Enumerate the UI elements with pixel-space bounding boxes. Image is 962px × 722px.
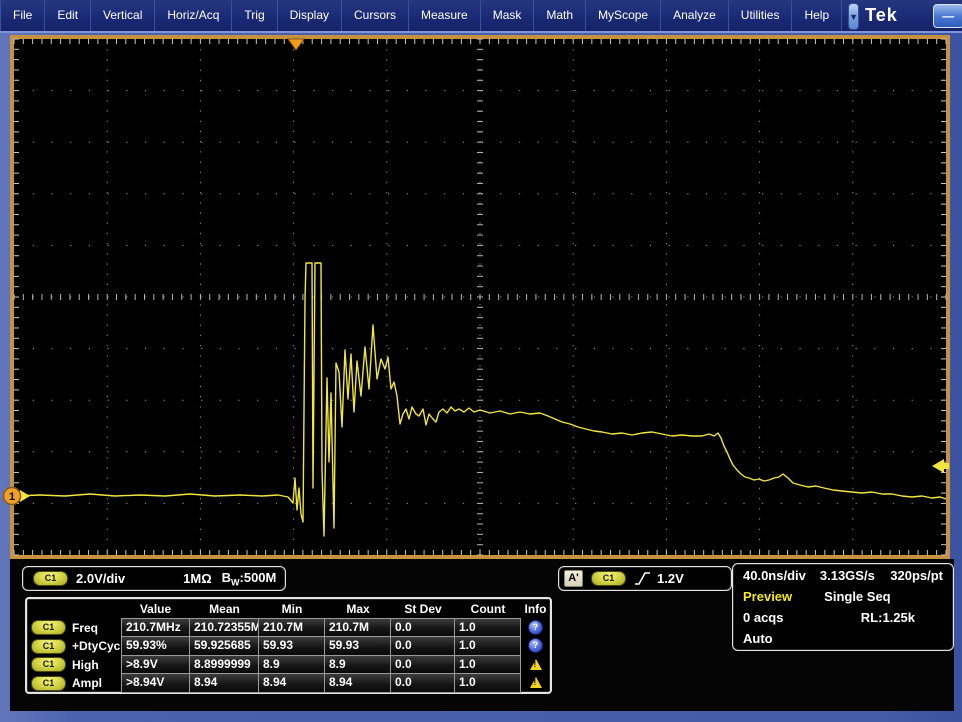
sample-rate: 3.13GS/s <box>820 568 875 583</box>
titlebar-right: Tek — X <box>865 0 962 31</box>
channel-readout-panel[interactable]: C1 2.0V/div 1MΩ BW:500M <box>22 566 286 591</box>
measurement-row-label: C1Ampl <box>29 674 121 693</box>
channel-badge: C1 <box>31 657 66 672</box>
menu-mask[interactable]: Mask <box>481 0 535 31</box>
table-cell: 8.9 <box>325 655 391 675</box>
timebase: 40.0ns/div <box>743 568 806 583</box>
menu-file[interactable]: File <box>0 0 45 31</box>
tek-logo: Tek <box>865 5 898 26</box>
record-length: RL:1.25k <box>861 610 915 625</box>
channel-badge: C1 <box>31 676 66 691</box>
col-header-count: Count <box>455 600 521 619</box>
menu-myscope[interactable]: MyScope <box>586 0 661 31</box>
table-cell: 59.93 <box>259 636 325 656</box>
table-cell: 1.0 <box>455 655 521 675</box>
menu-cursors[interactable]: Cursors <box>342 0 409 31</box>
table-cell: 8.94 <box>190 673 259 693</box>
menu-overflow-button[interactable]: ▼ <box>848 3 859 30</box>
menu-math[interactable]: Math <box>534 0 586 31</box>
menu-utilities[interactable]: Utilities <box>729 0 793 31</box>
menu-vertical[interactable]: Vertical <box>91 0 155 31</box>
vertical-scale: 2.0V/div <box>76 571 125 586</box>
horizontal-readout-panel[interactable]: 40.0ns/div 3.13GS/s 320ps/pt Preview Sin… <box>732 563 954 651</box>
menu-measure[interactable]: Measure <box>409 0 481 31</box>
col-header-stdev: St Dev <box>391 600 455 619</box>
table-cell: 8.8999999 <box>190 655 259 675</box>
measurement-table: Value Mean Min Max St Dev Count Info C1F… <box>25 597 552 694</box>
warning-icon[interactable]: ! <box>530 677 542 688</box>
col-header-mean: Mean <box>190 600 259 619</box>
trigger-source-badge: A' <box>564 570 583 587</box>
menu-analyze[interactable]: Analyze <box>661 0 729 31</box>
channel-badge: C1 <box>31 620 66 635</box>
header-spacer <box>29 600 121 619</box>
preview-status: Preview <box>743 589 792 604</box>
table-cell: 210.7M <box>259 618 325 638</box>
table-cell: 0.0 <box>391 673 455 693</box>
menu-bar: File Edit Vertical Horiz/Acq Trig Displa… <box>0 0 962 31</box>
oscilloscope-app-window: File Edit Vertical Horiz/Acq Trig Displa… <box>0 0 962 722</box>
table-cell: 59.925685 <box>190 636 259 656</box>
table-cell: 1.0 <box>455 618 521 638</box>
table-cell: 8.94 <box>325 673 391 693</box>
table-cell: >8.9V <box>121 655 190 675</box>
minimize-icon: — <box>942 9 954 23</box>
table-cell: 210.7M <box>325 618 391 638</box>
info-cell[interactable]: ? <box>521 618 550 638</box>
input-impedance: 1MΩ <box>183 571 211 586</box>
col-header-value: Value <box>121 600 190 619</box>
measurement-row-label: C1Freq <box>29 619 121 638</box>
trigger-level: 1.2V <box>657 571 684 586</box>
rising-edge-icon <box>634 571 651 586</box>
minimize-button[interactable]: — <box>933 4 962 28</box>
col-header-min: Min <box>259 600 325 619</box>
table-cell: 0.0 <box>391 618 455 638</box>
table-cell: 59.93% <box>121 636 190 656</box>
table-cell: 1.0 <box>455 673 521 693</box>
table-cell: 8.9 <box>259 655 325 675</box>
waveform-display[interactable] <box>10 35 950 559</box>
info-cell[interactable]: ! <box>521 673 550 693</box>
table-cell: 0.0 <box>391 636 455 656</box>
channel-badge: C1 <box>33 571 68 586</box>
table-cell: 0.0 <box>391 655 455 675</box>
sample-resolution: 320ps/pt <box>890 568 943 583</box>
table-cell: >8.94V <box>121 673 190 693</box>
question-info-icon[interactable]: ? <box>528 638 543 653</box>
trigger-channel-badge: C1 <box>591 571 626 586</box>
menu-display[interactable]: Display <box>278 0 342 31</box>
question-info-icon[interactable]: ? <box>528 620 543 635</box>
chevron-down-icon: ▼ <box>849 12 858 22</box>
acquisition-count: 0 acqs <box>743 610 783 625</box>
table-cell: 210.72355M <box>190 618 259 638</box>
col-header-info: Info <box>521 600 550 619</box>
menu-help[interactable]: Help <box>792 0 842 31</box>
acquisition-mode: Single Seq <box>824 589 890 604</box>
measurement-row-label: C1High <box>29 656 121 675</box>
table-cell: 59.93 <box>325 636 391 656</box>
bandwidth-readout: BW:500M <box>222 570 277 588</box>
col-header-max: Max <box>325 600 391 619</box>
channel-badge: C1 <box>31 639 66 654</box>
trigger-state: Auto <box>743 631 773 646</box>
table-cell: 8.94 <box>259 673 325 693</box>
menu-horiz-acq[interactable]: Horiz/Acq <box>155 0 232 31</box>
info-cell[interactable]: ? <box>521 636 550 656</box>
menu-trig[interactable]: Trig <box>232 0 277 31</box>
trigger-readout-panel[interactable]: A' C1 1.2V <box>558 566 732 591</box>
table-cell: 210.7MHz <box>121 618 190 638</box>
warning-icon[interactable]: ! <box>530 659 542 670</box>
table-cell: 1.0 <box>455 636 521 656</box>
measurement-row-label: C1+DtyCyc <box>29 637 121 656</box>
menu-edit[interactable]: Edit <box>45 0 91 31</box>
info-cell[interactable]: ! <box>521 655 550 675</box>
